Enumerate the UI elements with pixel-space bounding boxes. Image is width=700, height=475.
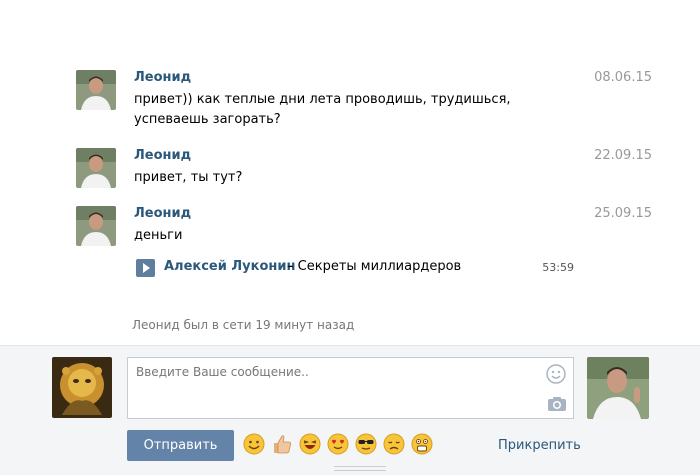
sunglasses-emoji-icon[interactable]	[355, 433, 377, 455]
avatar[interactable]	[76, 70, 116, 110]
audio-title: Секреты миллиардеров	[297, 259, 462, 274]
message-date[interactable]: 22.09.15	[594, 148, 652, 164]
avatar[interactable]	[76, 148, 116, 188]
scared-emoji-icon[interactable]	[411, 433, 433, 455]
smile-emoji-icon[interactable]	[243, 433, 265, 455]
message-text: привет, ты тут?	[134, 170, 243, 185]
emoji-bar	[243, 433, 433, 457]
message-date[interactable]: 08.06.15	[594, 70, 652, 86]
message-composer: Отправить	[0, 345, 700, 475]
message-date[interactable]: 25.09.15	[594, 206, 652, 222]
peer-avatar[interactable]	[587, 357, 649, 419]
disappointed-emoji-icon[interactable]	[383, 433, 405, 455]
play-icon[interactable]	[136, 259, 155, 277]
smile-icon[interactable]	[546, 364, 566, 388]
message-author[interactable]: Леонид	[134, 206, 191, 222]
avatar[interactable]	[76, 206, 116, 246]
message-body: Леонид привет, ты тут?	[134, 148, 584, 188]
message-text: деньги	[134, 228, 183, 243]
message-author[interactable]: Леонид	[134, 148, 191, 164]
heart-eyes-emoji-icon[interactable]	[327, 433, 349, 455]
thumbs-up-emoji-icon[interactable]	[271, 433, 293, 455]
message-author[interactable]: Леонид	[134, 70, 191, 86]
camera-icon[interactable]	[547, 396, 567, 416]
audio-separator: –	[287, 259, 298, 274]
laughing-emoji-icon[interactable]	[299, 433, 321, 455]
message-body: Леонид привет)) как теплые дни лета пров…	[134, 70, 584, 130]
attach-link[interactable]: Прикрепить	[498, 438, 581, 453]
message-history: Леонид привет)) как теплые дни лета пров…	[0, 0, 700, 345]
my-avatar[interactable]	[52, 357, 112, 418]
message-text: привет)) как теплые дни лета проводишь, …	[134, 92, 511, 127]
message-input[interactable]	[128, 358, 538, 418]
audio-duration: 53:59	[542, 261, 574, 274]
audio-title-wrap: – Секреты миллиардеров	[287, 259, 461, 274]
resize-handle[interactable]	[334, 466, 386, 471]
audio-artist[interactable]: Алексей Луконин	[164, 259, 295, 274]
online-status: Леонид был в сети 19 минут назад	[132, 318, 355, 332]
message-input-box	[127, 357, 574, 419]
send-button[interactable]: Отправить	[127, 430, 234, 461]
message-body: Леонид деньги	[134, 206, 584, 246]
audio-attachment: Алексей Луконин – Секреты миллиардеров 5…	[134, 258, 574, 278]
